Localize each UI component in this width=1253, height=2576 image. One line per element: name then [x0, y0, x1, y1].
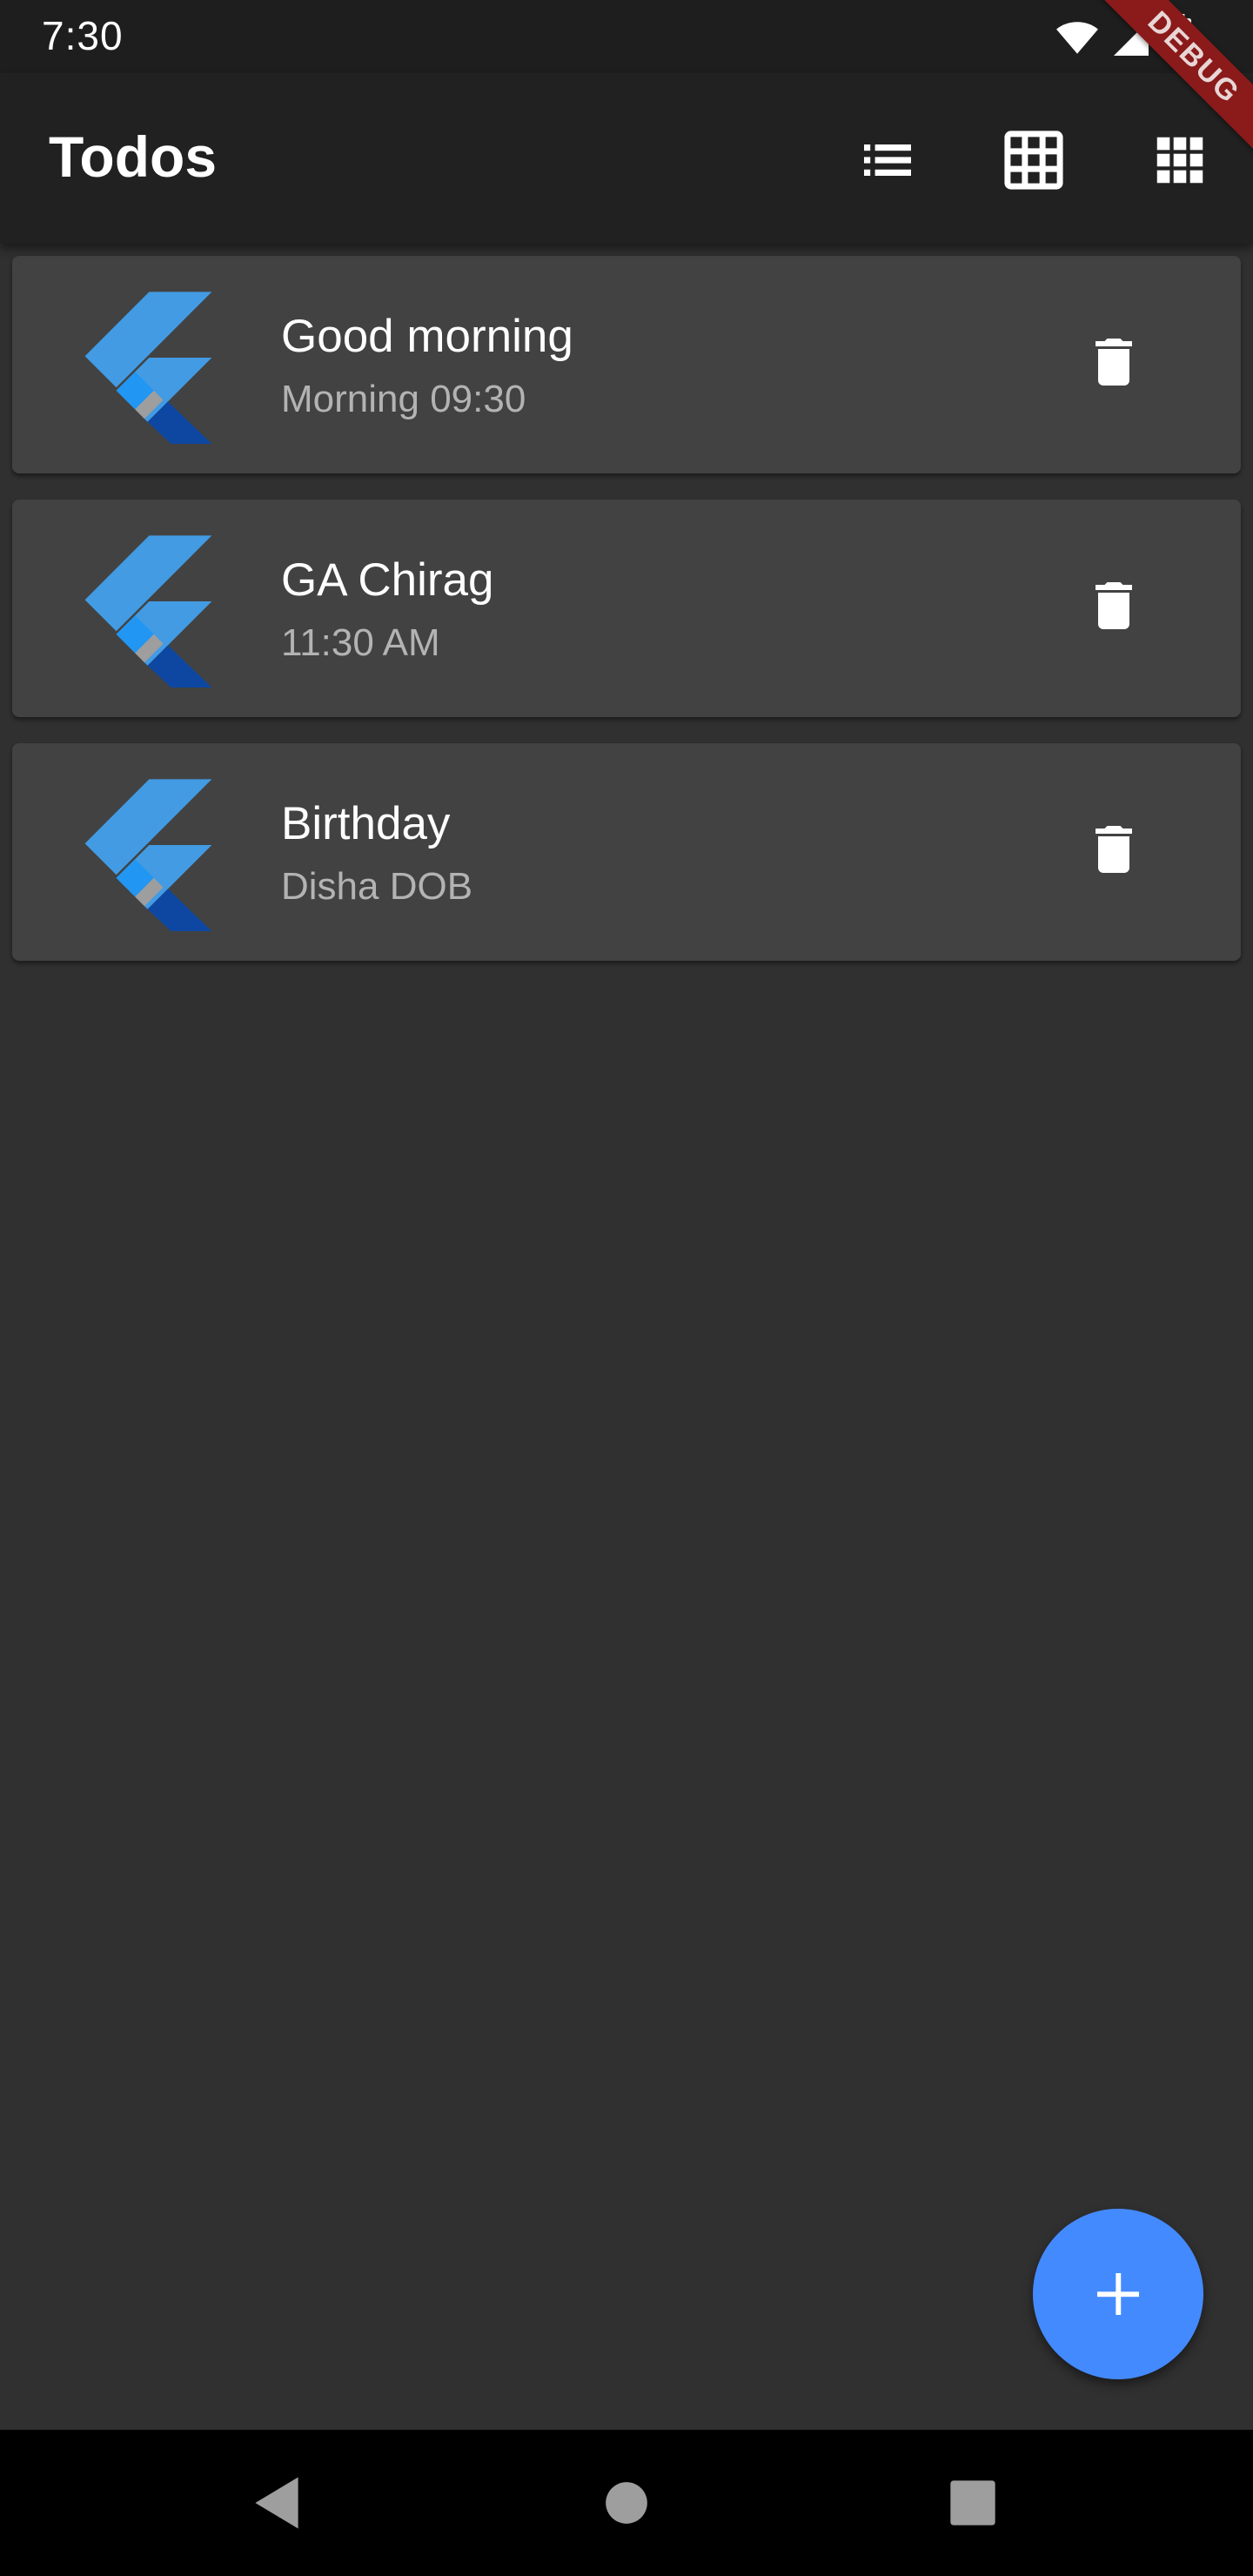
- todo-card[interactable]: GA Chirag 11:30 AM: [12, 500, 1241, 717]
- todo-subtitle: Morning 09:30: [281, 378, 526, 420]
- delete-icon: [1096, 826, 1132, 873]
- todo-subtitle: Disha DOB: [281, 865, 473, 908]
- system-nav-bar: [0, 2430, 1253, 2576]
- todo-title: Birthday: [281, 798, 451, 849]
- dense-grid-view-icon: [1156, 137, 1203, 184]
- list-view-icon: [864, 144, 911, 176]
- todo-card[interactable]: Good morning Morning 09:30: [12, 256, 1241, 473]
- status-bar: 7:30: [0, 0, 1253, 73]
- dense-grid-view-button[interactable]: [1138, 118, 1222, 202]
- delete-icon: [1096, 339, 1132, 386]
- recents-icon: [950, 2480, 995, 2526]
- delete-button[interactable]: [1062, 553, 1166, 658]
- flutter-logo-icon: [84, 535, 212, 688]
- battery-charging-icon: [1167, 14, 1191, 63]
- todo-subtitle: 11:30 AM: [281, 621, 440, 664]
- recents-button[interactable]: [929, 2459, 1016, 2546]
- home-button[interactable]: [583, 2459, 670, 2546]
- flutter-logo-icon: [84, 779, 212, 931]
- status-time: 7:30: [42, 13, 124, 58]
- todo-title: Good morning: [281, 311, 573, 362]
- delete-icon: [1096, 582, 1132, 629]
- todo-card[interactable]: Birthday Disha DOB: [12, 743, 1241, 961]
- status-icons: [1053, 14, 1218, 63]
- wifi-icon: [1056, 22, 1098, 54]
- add-todo-button[interactable]: [1033, 2209, 1203, 2379]
- flutter-logo-icon: [84, 292, 212, 444]
- grid-view-icon: [1004, 131, 1063, 190]
- cellular-signal-icon: [1114, 21, 1149, 56]
- delete-button[interactable]: [1062, 797, 1166, 902]
- list-view-button[interactable]: [846, 118, 929, 202]
- todo-list: Good morning Morning 09:30 GA Chirag 11:…: [12, 256, 1241, 987]
- back-icon: [255, 2477, 298, 2529]
- app-bar: Todos: [0, 73, 1253, 244]
- add-icon: [1097, 2273, 1139, 2315]
- todo-title: GA Chirag: [281, 554, 494, 606]
- delete-button[interactable]: [1062, 310, 1166, 414]
- back-button[interactable]: [233, 2459, 320, 2546]
- grid-view-button[interactable]: [992, 118, 1075, 202]
- home-icon: [606, 2482, 647, 2524]
- page-title: Todos: [49, 124, 218, 189]
